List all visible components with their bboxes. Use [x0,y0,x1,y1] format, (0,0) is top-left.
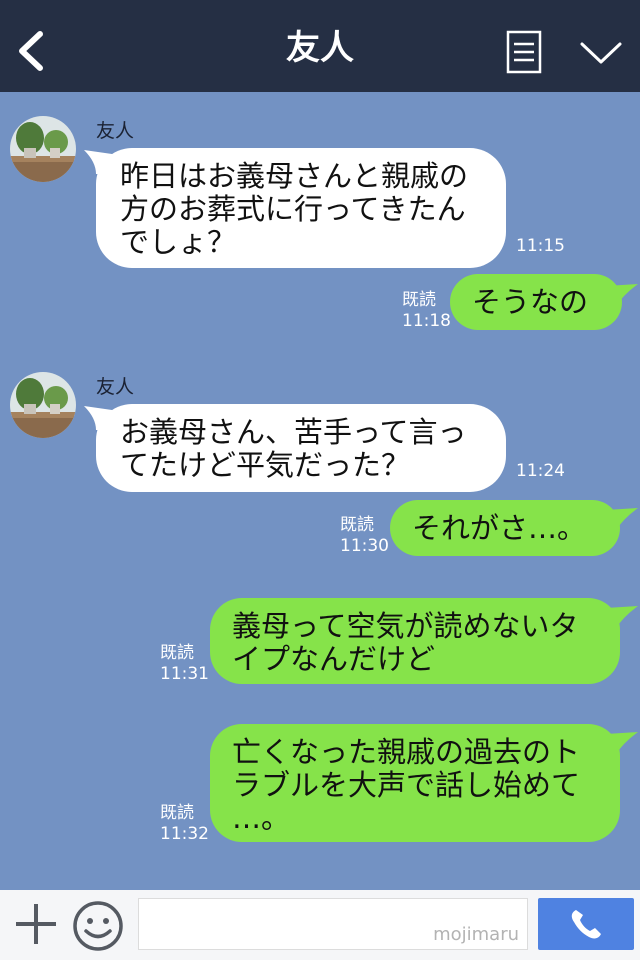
chevron-down-icon[interactable] [578,36,624,70]
message-time: 11:31 [160,664,209,684]
call-button[interactable] [538,898,634,950]
message-time: 11:24 [516,461,565,481]
read-receipt: 既読 [340,515,374,535]
chat-title: 友人 [286,28,354,68]
read-receipt: 既読 [402,290,436,310]
bubble-tail [606,732,638,754]
message-time: 11:30 [340,536,389,556]
plant-avatar-icon [10,372,76,438]
plant-avatar-icon [10,116,76,182]
message-input[interactable]: mojimaru [138,898,528,950]
message-time: 11:15 [516,236,565,256]
message-time: 11:18 [402,311,451,331]
bubble-tail [606,606,638,628]
incoming-message-bubble[interactable]: お義母さん、苦手って言っ てたけど平気だった？ [96,404,506,492]
avatar[interactable] [10,116,76,182]
read-receipt: 既読 [160,803,194,823]
outgoing-message-bubble[interactable]: それがさ…。 [390,500,620,556]
smile-icon[interactable] [72,900,124,952]
sender-name: 友人 [96,120,135,142]
bubble-tail [606,284,638,306]
input-bar: mojimaru [0,890,640,960]
sender-name: 友人 [96,376,135,398]
avatar[interactable] [10,372,76,438]
plus-icon[interactable] [14,902,58,946]
phone-icon [571,910,601,939]
outgoing-message-bubble[interactable]: 義母って空気が読めないタ イプなんだけど [210,598,620,684]
bubble-tail [606,508,638,530]
read-receipt: 既読 [160,643,194,663]
outgoing-message-bubble[interactable]: そうなの [450,274,622,330]
menu-icon[interactable] [504,30,544,74]
incoming-message-bubble[interactable]: 昨日はお義母さんと親戚の 方のお葬式に行ってきたん でしょ？ [96,148,506,268]
chat-header: 友人 [0,0,640,92]
outgoing-message-bubble[interactable]: 亡くなった親戚の過去のト ラブルを大声で話し始めて …。 [210,724,620,842]
message-time: 11:32 [160,824,209,844]
watermark: mojimaru [433,924,519,945]
